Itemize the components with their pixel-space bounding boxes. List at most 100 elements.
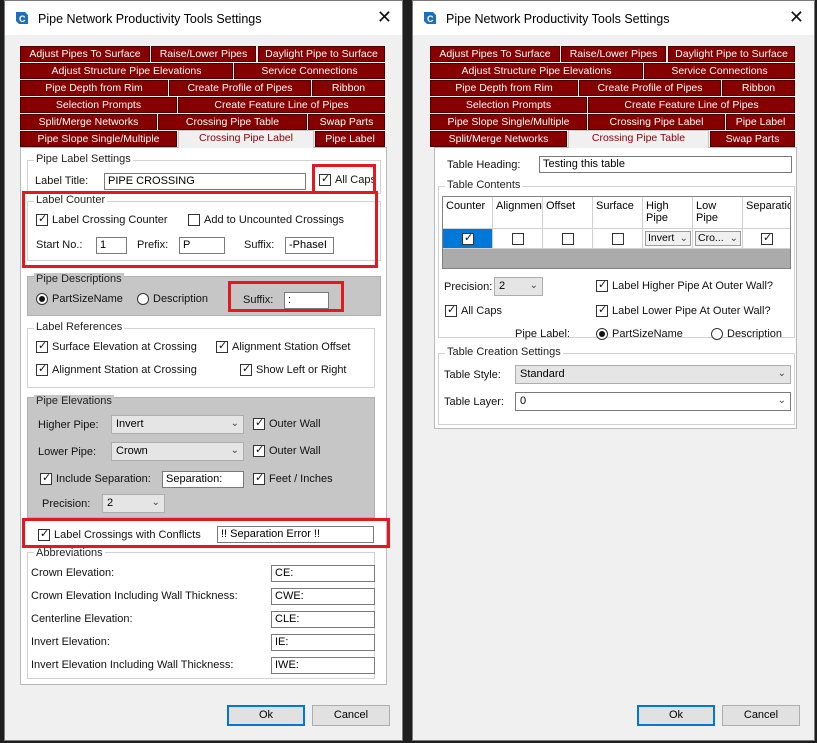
abbrev-input[interactable]: IWE: (271, 657, 375, 674)
label-higher-pipe-checkbox[interactable] (596, 278, 608, 292)
tab-create-feature-line-of-pipes[interactable]: Create Feature Line of Pipes (588, 97, 795, 113)
desc-suffix-input[interactable]: : (284, 292, 329, 309)
tab-adjust-pipes-to-surface[interactable]: Adjust Pipes To Surface (430, 46, 560, 62)
tab-ribbon[interactable]: Ribbon (722, 80, 795, 96)
partsizename-radio[interactable] (36, 293, 48, 305)
tab-pipe-depth-from-rim[interactable]: Pipe Depth from Rim (20, 80, 168, 96)
column-header[interactable]: Alignment (493, 197, 543, 229)
label-title-input[interactable]: PIPE CROSSING (104, 173, 306, 190)
prefix-input[interactable]: P (179, 237, 225, 254)
separation-input[interactable]: Separation: (162, 471, 244, 488)
description-radio[interactable] (711, 328, 723, 340)
tab-ribbon[interactable]: Ribbon (312, 80, 385, 96)
partsizename-radio[interactable] (596, 328, 608, 340)
table-cell-alignment[interactable] (493, 229, 543, 249)
cancel-button[interactable]: Cancel (312, 705, 390, 726)
show-left-right-checkbox[interactable] (240, 362, 252, 376)
tab-adjust-structure-pipe-elevations[interactable]: Adjust Structure Pipe Elevations (20, 63, 233, 79)
tab-pipe-depth-from-rim[interactable]: Pipe Depth from Rim (430, 80, 578, 96)
abbrev-input[interactable]: CE: (271, 565, 375, 582)
alignment-checkbox[interactable] (512, 233, 524, 245)
app-logo-icon: C (16, 12, 28, 24)
abbrev-input[interactable]: IE: (271, 634, 375, 651)
tab-service-connections[interactable]: Service Connections (234, 63, 385, 79)
column-header[interactable]: Separation (743, 197, 790, 229)
label-lower-pipe-checkbox[interactable] (596, 303, 608, 317)
tab-pipe-label[interactable]: Pipe Label (726, 114, 795, 130)
description-radio[interactable] (137, 293, 149, 305)
column-header[interactable]: Counter (443, 197, 493, 229)
precision-dropdown[interactable]: 2 ⌄ (494, 277, 543, 296)
table-contents-grid[interactable]: Counter Alignment Offset Surface High Pi… (442, 196, 791, 269)
all-caps-checkbox[interactable] (445, 303, 457, 317)
table-cell-low-pipe[interactable]: Cro... ⌄ (693, 229, 743, 249)
table-layer-dropdown[interactable]: 0 ⌄ (515, 392, 791, 411)
table-cell-surface[interactable] (593, 229, 643, 249)
table-style-dropdown[interactable]: Standard ⌄ (515, 365, 791, 384)
abbrev-input[interactable]: CLE: (271, 611, 375, 628)
all-caps-checkbox[interactable] (319, 172, 331, 186)
lower-outer-wall-checkbox[interactable] (253, 443, 265, 457)
conflicts-text-input[interactable]: !! Separation Error !! (217, 526, 374, 543)
tab-pipe-label[interactable]: Pipe Label (315, 131, 385, 147)
tab-pipe-slope-single-multiple[interactable]: Pipe Slope Single/Multiple (430, 114, 587, 130)
high-pipe-dropdown[interactable]: Invert ⌄ (645, 231, 691, 246)
separation-checkbox[interactable] (761, 231, 773, 245)
start-no-input[interactable]: 1 (96, 237, 127, 254)
tab-split-merge-networks[interactable]: Split/Merge Networks (20, 114, 157, 130)
table-heading-input[interactable]: Testing this table (539, 156, 792, 173)
label-conflicts-checkbox[interactable] (38, 527, 50, 541)
higher-outer-wall-checkbox[interactable] (253, 416, 265, 430)
column-header[interactable]: Offset (543, 197, 593, 229)
tab-crossing-pipe-label[interactable]: Crossing Pipe Label (588, 114, 725, 130)
tab-crossing-pipe-table[interactable]: Crossing Pipe Table (158, 114, 307, 130)
close-icon[interactable]: ✕ (377, 7, 392, 27)
tab-raise-lower-pipes[interactable]: Raise/Lower Pipes (561, 46, 666, 62)
ok-button[interactable]: Ok (227, 705, 305, 726)
tab-split-merge-networks[interactable]: Split/Merge Networks (430, 131, 567, 147)
tab-service-connections[interactable]: Service Connections (644, 63, 795, 79)
tab-adjust-structure-pipe-elevations[interactable]: Adjust Structure Pipe Elevations (430, 63, 643, 79)
tab-daylight-pipe-to-surface[interactable]: Daylight Pipe to Surface (258, 46, 385, 62)
feet-inches-checkbox[interactable] (253, 471, 265, 485)
tab-pipe-slope-single-multiple[interactable]: Pipe Slope Single/Multiple (20, 131, 177, 147)
low-pipe-dropdown[interactable]: Cro... ⌄ (695, 231, 741, 246)
include-separation-checkbox[interactable] (40, 471, 52, 485)
close-icon[interactable]: ✕ (789, 7, 804, 27)
surface-elevation-checkbox[interactable] (36, 339, 48, 353)
tab-raise-lower-pipes[interactable]: Raise/Lower Pipes (151, 46, 256, 62)
column-header[interactable]: Low Pipe (693, 197, 743, 229)
suffix-input[interactable]: -PhaseI (285, 237, 334, 254)
table-cell-separation[interactable] (743, 229, 790, 249)
lower-pipe-dropdown[interactable]: Crown ⌄ (111, 442, 244, 461)
alignment-station-offset-checkbox[interactable] (216, 339, 228, 353)
ok-button[interactable]: Ok (637, 705, 715, 726)
tab-create-profile-of-pipes[interactable]: Create Profile of Pipes (579, 80, 721, 96)
tab-create-profile-of-pipes[interactable]: Create Profile of Pipes (169, 80, 311, 96)
alignment-station-checkbox[interactable] (36, 362, 48, 376)
title-bar: C Pipe Network Productivity Tools Settin… (5, 1, 402, 35)
surface-checkbox[interactable] (612, 233, 624, 245)
offset-checkbox[interactable] (562, 233, 574, 245)
tab-create-feature-line-of-pipes[interactable]: Create Feature Line of Pipes (178, 97, 385, 113)
tab-crossing-pipe-table[interactable]: Crossing Pipe Table (568, 130, 709, 148)
column-header[interactable]: High Pipe (643, 197, 693, 229)
higher-pipe-dropdown[interactable]: Invert ⌄ (111, 415, 244, 434)
cancel-button[interactable]: Cancel (722, 705, 800, 726)
tab-adjust-pipes-to-surface[interactable]: Adjust Pipes To Surface (20, 46, 150, 62)
table-cell-counter[interactable] (443, 229, 493, 249)
label-crossing-counter-checkbox[interactable] (36, 212, 48, 226)
tab-swap-parts[interactable]: Swap Parts (710, 131, 795, 147)
abbrev-input[interactable]: CWE: (271, 588, 375, 605)
table-cell-offset[interactable] (543, 229, 593, 249)
tab-selection-prompts[interactable]: Selection Prompts (20, 97, 177, 113)
table-cell-high-pipe[interactable]: Invert ⌄ (643, 229, 693, 249)
tab-daylight-pipe-to-surface[interactable]: Daylight Pipe to Surface (668, 46, 795, 62)
precision-dropdown[interactable]: 2 ⌄ (102, 494, 165, 513)
column-header[interactable]: Surface (593, 197, 643, 229)
tab-swap-parts[interactable]: Swap Parts (308, 114, 385, 130)
counter-checkbox[interactable] (462, 231, 474, 245)
add-to-uncounted-checkbox[interactable] (188, 214, 200, 226)
tab-crossing-pipe-label[interactable]: Crossing Pipe Label (178, 130, 314, 148)
tab-selection-prompts[interactable]: Selection Prompts (430, 97, 587, 113)
